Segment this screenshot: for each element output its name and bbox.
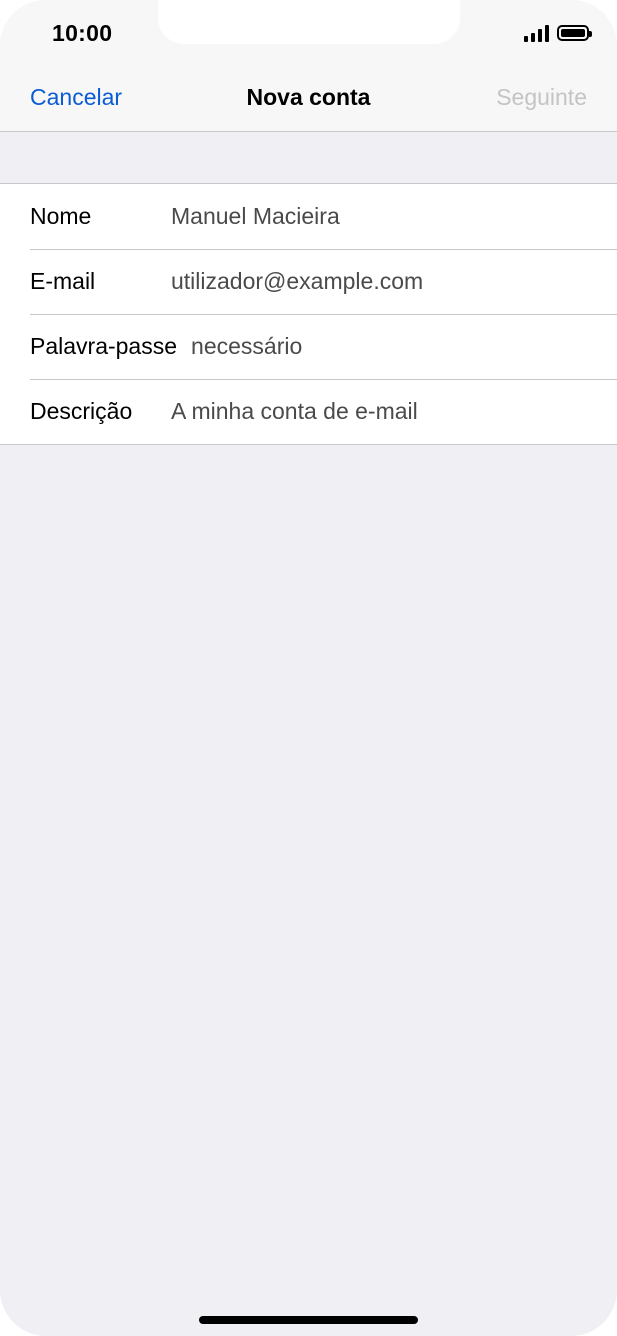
field-label: E-mail	[30, 268, 96, 294]
account-form: Nome Manuel Macieira E-mail utilizador@e…	[0, 183, 617, 445]
notch	[158, 0, 460, 44]
name-input[interactable]: Manuel Macieira	[171, 203, 340, 230]
phone-screen: 10:00 Nova conta Cancelar Seguinte Nome …	[0, 0, 617, 1336]
name-field[interactable]: Nome Manuel Macieira	[0, 184, 617, 249]
cancel-button[interactable]: Cancelar	[30, 84, 122, 111]
next-button[interactable]: Seguinte	[496, 84, 587, 111]
home-indicator[interactable]	[199, 1316, 418, 1324]
password-input[interactable]: necessário	[191, 333, 302, 360]
field-label: Palavra-passe	[30, 333, 178, 359]
description-field[interactable]: Descrição A minha conta de e-mail	[0, 379, 617, 444]
description-input[interactable]: A minha conta de e-mail	[171, 398, 418, 425]
field-label: Nome	[30, 203, 92, 229]
status-icons	[524, 24, 592, 42]
email-input[interactable]: utilizador@example.com	[171, 268, 423, 295]
battery-icon	[557, 25, 592, 41]
top-bar: 10:00 Nova conta Cancelar Seguinte	[0, 0, 617, 132]
field-label: Descrição	[30, 398, 133, 424]
signal-icon	[524, 24, 549, 42]
password-field[interactable]: Palavra-passe necessário	[0, 314, 617, 379]
status-time: 10:00	[52, 20, 113, 46]
email-field[interactable]: E-mail utilizador@example.com	[0, 249, 617, 314]
